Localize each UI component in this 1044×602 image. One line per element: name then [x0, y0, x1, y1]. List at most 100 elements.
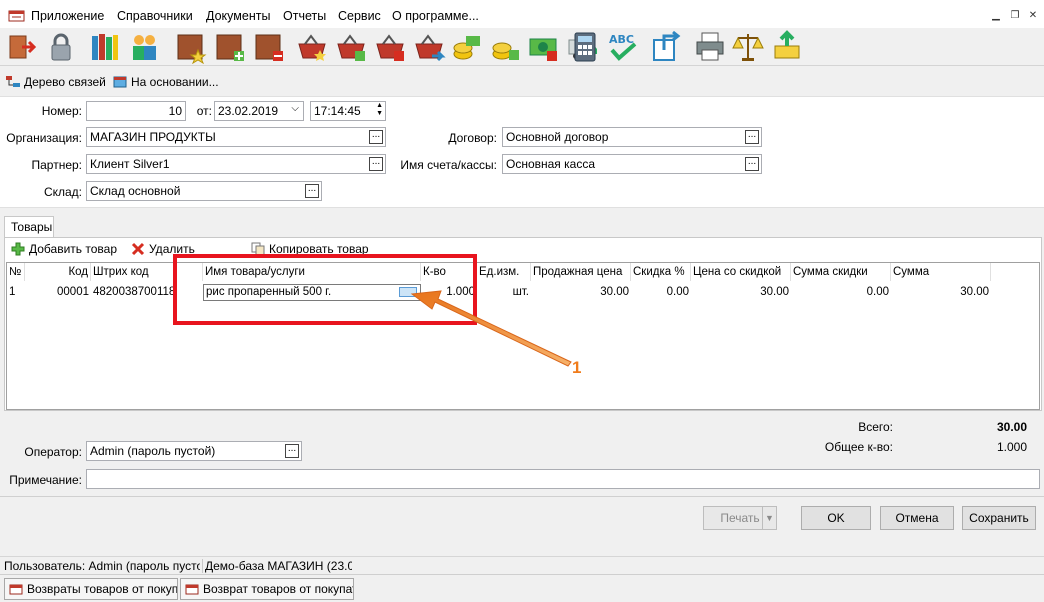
basket-add-icon[interactable]: [334, 30, 368, 64]
cash-remove-icon[interactable]: [527, 30, 561, 64]
close-icon[interactable]: ✕: [1025, 9, 1041, 23]
contract-picker-button[interactable]: ...: [745, 130, 759, 144]
operator-label: Оператор:: [24, 445, 82, 459]
column-header[interactable]: №: [7, 263, 25, 281]
operator-picker-button[interactable]: ...: [285, 444, 299, 458]
number-label: Номер:: [41, 104, 82, 118]
cancel-button[interactable]: Отмена: [880, 506, 954, 530]
warehouse-field[interactable]: Склад основной ...: [86, 181, 322, 201]
operator-value: Admin (пароль пустой): [90, 444, 216, 458]
account-picker-button[interactable]: ...: [745, 157, 759, 171]
restore-icon[interactable]: ❐: [1007, 9, 1023, 23]
column-header[interactable]: Сумма скидки: [791, 263, 891, 281]
document-icon: [9, 584, 23, 595]
menu-reports[interactable]: Отчеты: [283, 9, 326, 23]
menu-about[interactable]: О программе...: [392, 9, 479, 23]
contract-field[interactable]: Основной договор ...: [502, 127, 762, 147]
based-on-label: На основании...: [131, 75, 219, 89]
add-item-button[interactable]: Добавить товар: [11, 242, 117, 256]
account-value: Основная касса: [506, 157, 596, 171]
exit-icon[interactable]: [4, 30, 38, 64]
printer-icon[interactable]: [693, 30, 727, 64]
note-label: Примечание:: [9, 473, 82, 487]
doc-add-icon[interactable]: [213, 30, 247, 64]
divider: [0, 496, 1044, 497]
account-field[interactable]: Основная касса ...: [502, 154, 762, 174]
partner-picker-button[interactable]: ...: [369, 157, 383, 171]
chevron-down-icon[interactable]: ⌵: [291, 103, 299, 114]
column-header[interactable]: Сумма: [891, 263, 991, 281]
ok-button[interactable]: OK: [801, 506, 871, 530]
tab-goods[interactable]: Товары: [4, 216, 54, 238]
chevron-down-icon[interactable]: ▼: [762, 507, 776, 529]
tree-links-label: Дерево связей: [24, 75, 106, 89]
doc-star-icon[interactable]: [174, 30, 208, 65]
based-on-icon: [113, 76, 127, 88]
menu-bar: Приложение Справочники Документы Отчеты …: [0, 0, 1044, 28]
window-taskbar: Возвраты товаров от покупат Возврат това…: [0, 574, 1044, 602]
menu-service[interactable]: Сервис: [338, 9, 381, 23]
goods-tab-panel: Добавить товар Удалить Копировать товар …: [4, 237, 1042, 411]
print-button[interactable]: Печать ▼: [703, 506, 777, 530]
books-icon[interactable]: [88, 30, 122, 64]
organization-value: МАГАЗИН ПРОДУКТЫ: [90, 130, 216, 144]
status-user: Пользователь: Admin (пароль пусто: [4, 559, 200, 573]
basket-star-icon[interactable]: [295, 30, 329, 64]
doc-remove-icon[interactable]: [252, 30, 286, 64]
time-spinner-icon[interactable]: ▲ ▼: [376, 102, 383, 118]
total-label: Всего:: [858, 420, 893, 434]
operator-field[interactable]: Admin (пароль пустой) ...: [86, 441, 302, 461]
menu-app[interactable]: Приложение: [31, 9, 104, 23]
cell-num: 1: [9, 286, 16, 298]
users-icon[interactable]: [127, 30, 161, 64]
based-on-button[interactable]: На основании...: [113, 75, 219, 89]
calculator-icon[interactable]: [568, 30, 602, 64]
goods-grid: № Код Штрих код Имя товара/услуги К-во Е…: [6, 262, 1040, 410]
main-toolbar: ABC: [0, 28, 1044, 66]
tree-icon: [6, 76, 20, 87]
save-button[interactable]: Сохранить: [962, 506, 1036, 530]
from-label: от:: [196, 104, 212, 118]
column-header[interactable]: Продажная цена: [531, 263, 631, 281]
export-icon[interactable]: [650, 30, 684, 64]
lock-icon[interactable]: [44, 30, 78, 64]
scales-upload-icon[interactable]: [770, 30, 804, 64]
coins-add-icon[interactable]: [489, 30, 523, 64]
tab-bar: Товары: [0, 208, 1044, 238]
scales-icon[interactable]: [731, 30, 765, 64]
status-database: Демо-база МАГАЗИН (23.0: [202, 559, 352, 573]
cell-discount-pct: 0.00: [666, 286, 689, 298]
svg-text:ABC: ABC: [609, 33, 634, 46]
menu-directories[interactable]: Справочники: [117, 9, 193, 23]
minimize-icon[interactable]: ▁: [988, 9, 1004, 23]
cell-code: 00001: [57, 286, 89, 298]
column-header[interactable]: Ед.изм.: [477, 263, 531, 281]
organization-label: Организация:: [6, 131, 82, 145]
organization-field[interactable]: МАГАЗИН ПРОДУКТЫ ...: [86, 127, 386, 147]
column-header[interactable]: Цена со скидкой: [691, 263, 791, 281]
delete-icon: [131, 242, 145, 256]
warehouse-picker-button[interactable]: ...: [305, 184, 319, 198]
cell-discount-sum: 0.00: [866, 286, 889, 298]
basket-remove-icon[interactable]: [373, 30, 407, 64]
document-header-form: Номер: 10 от: 23.02.2019 ⌵ 17:14:45 ▲ ▼ О…: [0, 96, 1044, 208]
warehouse-label: Склад:: [43, 185, 82, 199]
tree-links-button[interactable]: Дерево связей: [6, 75, 106, 89]
warehouse-value: Склад основной: [90, 184, 181, 198]
number-input[interactable]: 10: [86, 101, 186, 121]
time-input[interactable]: 17:14:45 ▲ ▼: [310, 101, 386, 121]
coins-star-icon[interactable]: [450, 30, 484, 64]
partner-field[interactable]: Клиент Silver1 ...: [86, 154, 386, 174]
partner-value: Клиент Silver1: [90, 157, 170, 171]
basket-move-icon[interactable]: [412, 30, 446, 64]
task-return-document[interactable]: Возврат товаров от покупате: [180, 578, 354, 600]
task-returns-list[interactable]: Возвраты товаров от покупат: [4, 578, 178, 600]
column-header[interactable]: Код: [25, 263, 91, 281]
menu-documents[interactable]: Документы: [206, 9, 270, 23]
time-value: 17:14:45: [314, 104, 361, 118]
date-picker[interactable]: 23.02.2019 ⌵: [214, 101, 304, 121]
spellcheck-icon[interactable]: ABC: [606, 30, 640, 64]
column-header[interactable]: Скидка %: [631, 263, 691, 281]
org-picker-button[interactable]: ...: [369, 130, 383, 144]
note-input[interactable]: [86, 469, 1040, 489]
